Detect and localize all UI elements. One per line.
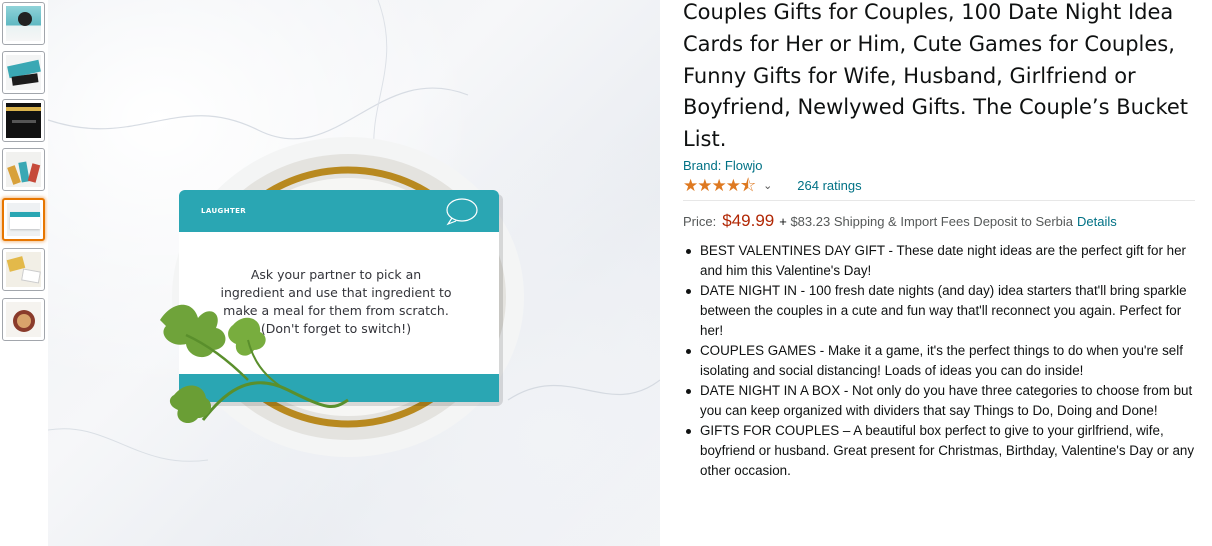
card-category-label: LAUGHTER — [201, 207, 247, 215]
star-rating-icon[interactable]: ★★★★⯪ — [683, 176, 756, 195]
feature-bullet: BEST VALENTINES DAY GIFT - These date ni… — [683, 241, 1203, 281]
rating-row: ★★★★⯪ ⌄ 264 ratings — [683, 176, 1203, 196]
shipping-info: + $83.23 Shipping & Import Fees Deposit … — [779, 214, 1073, 229]
thumbnail-3[interactable] — [2, 99, 45, 142]
shipping-text: Shipping & Import Fees Deposit to Serbia — [833, 213, 1074, 229]
card-prompt-text: Ask your partner to pick an ingredient a… — [220, 267, 452, 336]
feature-bullets: BEST VALENTINES DAY GIFT - These date ni… — [683, 241, 1203, 481]
thumbnail-6[interactable] — [2, 248, 45, 291]
ratings-count-link[interactable]: 264 ratings — [797, 178, 861, 193]
shipping-details-link[interactable]: Details — [1077, 214, 1117, 229]
price-label: Price: — [683, 213, 717, 229]
feature-bullet: GIFTS FOR COUPLES – A beautiful box perf… — [683, 421, 1203, 481]
feature-bullet: DATE NIGHT IN A BOX - Not only do you ha… — [683, 381, 1203, 421]
feature-bullet: DATE NIGHT IN - 100 fresh date nights (a… — [683, 281, 1203, 341]
thumbnail-5[interactable] — [2, 198, 45, 241]
thumbnail-7[interactable] — [2, 298, 45, 341]
thumbnail-2[interactable] — [2, 51, 45, 94]
main-product-image[interactable]: LAUGHTER Ask your partner to pick an ing… — [48, 0, 660, 546]
thumbnail-4[interactable] — [2, 148, 45, 191]
price-value: $49.99 — [722, 210, 775, 230]
shipping-amount: $83.23 — [790, 213, 831, 229]
feature-bullet: COUPLES GAMES - Make it a game, it's the… — [683, 341, 1203, 381]
product-info-panel: Couples Gifts for Couples, 100 Date Nigh… — [683, 0, 1203, 481]
divider — [683, 199, 1195, 201]
thumbnail-1[interactable] — [2, 2, 45, 45]
shipping-plus: + — [779, 213, 787, 229]
price-row: Price: $49.99 + $83.23 Shipping & Import… — [683, 211, 1203, 231]
brand-link[interactable]: Brand: Flowjo — [683, 158, 1203, 174]
product-title: Couples Gifts for Couples, 100 Date Nigh… — [683, 0, 1189, 152]
chevron-down-icon[interactable]: ⌄ — [763, 179, 772, 192]
